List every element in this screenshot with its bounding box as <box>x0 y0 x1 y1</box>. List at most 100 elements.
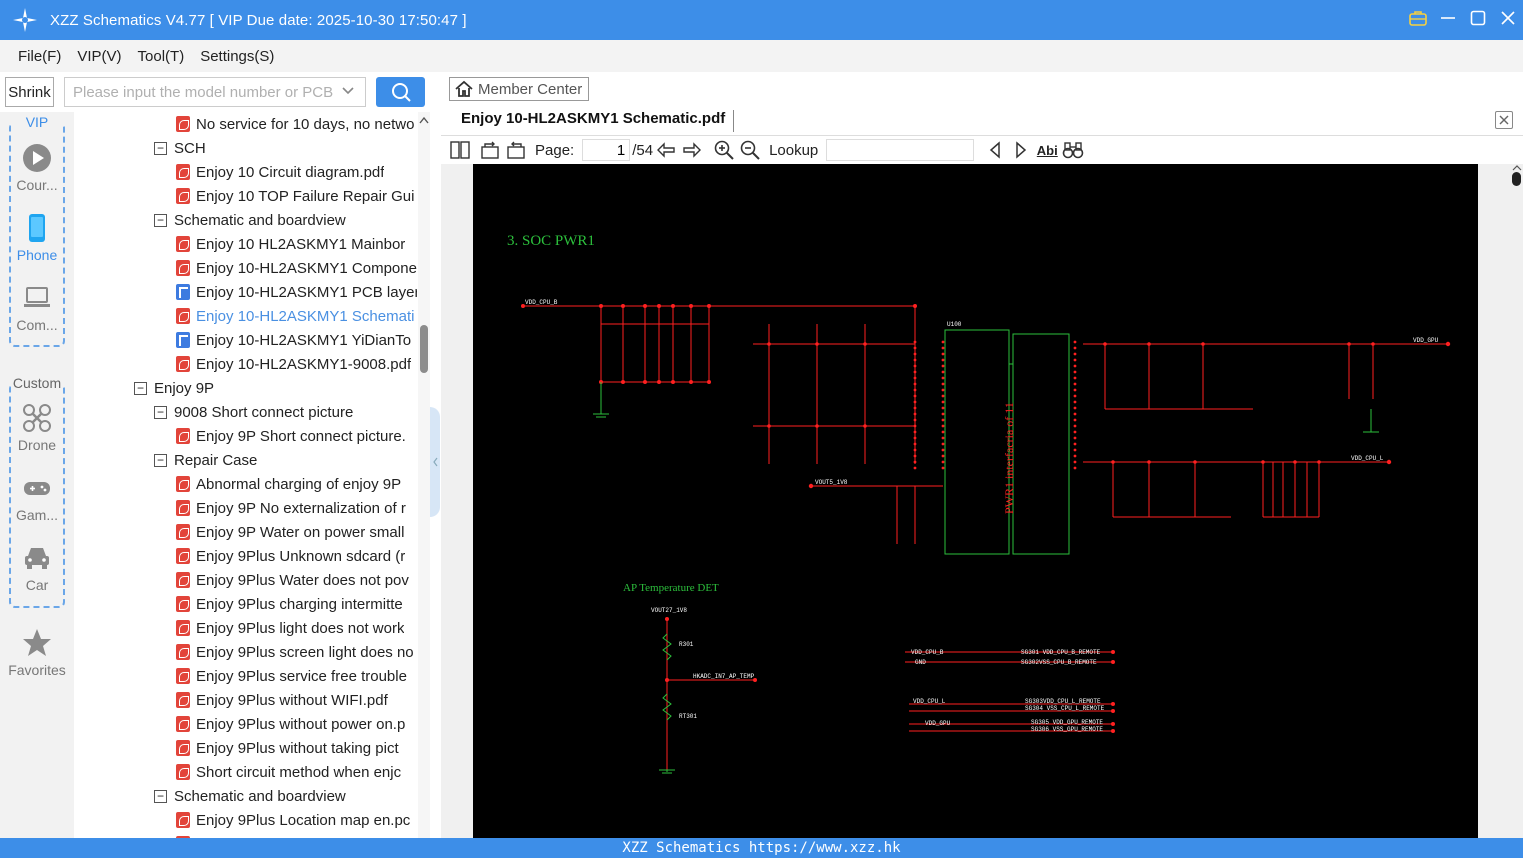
pdf-file-icon <box>176 428 190 444</box>
schematic-page[interactable]: 3. SOC PWR1 AP Temperature DET VDD_CPU_B… <box>473 164 1478 838</box>
tree-file[interactable]: Enjoy 9Plus service free trouble <box>176 664 407 688</box>
maximize-button[interactable] <box>1463 10 1493 30</box>
pdf-file-icon <box>176 764 190 780</box>
search-button[interactable] <box>376 77 425 107</box>
scroll-up-icon[interactable] <box>419 116 429 127</box>
document-tabs: Enjoy 10-HL2ASKMY1 Schematic.pdf <box>441 106 1523 136</box>
member-center-button[interactable]: Member Center <box>449 77 590 101</box>
page-number-input[interactable] <box>582 139 631 161</box>
tree-item-label: No service for 10 days, no netwo <box>196 115 415 133</box>
lookup-input[interactable] <box>826 139 975 161</box>
tree-file[interactable]: Enjoy 9Plus without taking pict <box>176 736 399 760</box>
previous-arrow-icon[interactable] <box>653 139 679 161</box>
tree-folder[interactable]: − Schematic and boardview <box>154 208 346 232</box>
tree-file[interactable]: Enjoy 9P Water on power small <box>176 520 404 544</box>
search-input[interactable] <box>73 83 333 101</box>
vip-bag-icon[interactable] <box>1403 10 1433 30</box>
tree-file[interactable]: Enjoy 9P Short connect picture. <box>176 424 406 448</box>
collapse-toggle-icon[interactable]: − <box>154 141 167 155</box>
pdf-file-icon <box>176 812 190 828</box>
tree-file[interactable]: Enjoy 9Plus screen light does no <box>176 640 414 664</box>
tree-file[interactable]: Enjoy 10-HL2ASKMY1 YiDianTo <box>176 328 411 352</box>
tree-file[interactable]: Abnormal charging of enjoy 9P <box>176 472 401 496</box>
tree-scrollbar[interactable] <box>418 112 430 838</box>
tree-file[interactable]: Enjoy 9Plus without power on.p <box>176 712 405 736</box>
tree-folder[interactable]: −9008 Short connect picture <box>154 400 353 424</box>
tree-item-label: Enjoy 9Plus without power on.p <box>196 715 406 733</box>
tree-folder[interactable]: − Repair Case <box>154 448 257 472</box>
tree-file[interactable]: Short circuit method when enjc <box>176 760 401 784</box>
menu-vip[interactable]: VIP(V) <box>77 48 121 65</box>
collapse-toggle-icon[interactable]: − <box>154 213 167 227</box>
chip-pin-dot <box>1073 406 1077 410</box>
tree-file[interactable]: Enjoy 9Plus charging intermitte <box>176 592 403 616</box>
tree-file[interactable]: Enjoy 10 HL2ASKMY1 Mainbor <box>176 232 405 256</box>
tree-file[interactable]: No service for 10 days, no netwo <box>176 112 414 136</box>
two-page-icon[interactable] <box>447 139 473 161</box>
close-button[interactable] <box>1493 10 1523 30</box>
tree-item-label: Enjoy 10-HL2ASKMY1 Compone <box>196 259 417 277</box>
collapse-handle[interactable] <box>430 407 440 517</box>
tree-item-label: SCH <box>174 139 206 157</box>
menu-tool[interactable]: Tool(T) <box>138 48 185 65</box>
sidebar-item-car[interactable]: Car <box>0 543 74 593</box>
tree-item-label: Schematic and boardview <box>174 787 346 805</box>
zoom-out-icon[interactable] <box>737 139 763 161</box>
next-arrow-icon[interactable] <box>679 139 705 161</box>
tree-folder[interactable]: − Enjoy 9P <box>134 376 214 400</box>
pdf-file-icon <box>176 260 190 276</box>
menu-settings[interactable]: Settings(S) <box>200 48 274 65</box>
tree-file[interactable]: Enjoy 9Plus Water does not pov <box>176 568 409 592</box>
find-previous-icon[interactable] <box>982 139 1008 161</box>
rotate-left-icon[interactable] <box>477 139 503 161</box>
sidebar-item-favorites[interactable]: Favorites <box>0 628 74 678</box>
sidebar-item-courses[interactable]: Cour... <box>0 143 74 193</box>
tree-file[interactable]: Enjoy 9Plus Location map en.pc <box>176 808 410 832</box>
match-case-button[interactable]: Abi <box>1034 139 1060 161</box>
binoculars-icon[interactable] <box>1060 139 1086 161</box>
tree-file[interactable]: Enjoy 10-HL2ASKMY1 Schemati <box>176 304 414 328</box>
tree-file[interactable]: Enjoy 10-HL2ASKMY1 Compone <box>176 256 417 280</box>
page-label: Page: <box>535 141 575 159</box>
viewer-scrollbar[interactable] <box>1511 164 1523 838</box>
viewer-scroll-thumb[interactable] <box>1512 172 1521 186</box>
collapse-toggle-icon[interactable]: − <box>134 381 147 395</box>
tree-file[interactable]: Enjoy 10 TOP Failure Repair Gui <box>176 184 414 208</box>
tree-file[interactable]: Enjoy 10-HL2ASKMY1 PCB layer <box>176 280 417 304</box>
sidebar-item-drone[interactable]: Drone <box>0 403 74 453</box>
model-search-box[interactable] <box>64 77 366 107</box>
tree-folder[interactable]: − Schematic and boardview <box>154 784 346 808</box>
tree-file[interactable]: Enjoy 9Plus without WIFI.pdf <box>176 688 388 712</box>
sidebar-item-computer[interactable]: Com... <box>0 283 74 333</box>
pdf-file-icon <box>176 356 190 372</box>
chevron-down-icon[interactable] <box>341 84 355 102</box>
collapse-toggle-icon[interactable]: − <box>154 789 167 803</box>
tree-file[interactable]: Enjoy 10-HL2ASKMY1-9008.pdf <box>176 352 411 376</box>
svg-text:R301: R301 <box>679 641 694 648</box>
tab-schematic[interactable]: Enjoy 10-HL2ASKMY1 Schematic.pdf <box>461 110 725 127</box>
sidebar-item-phone[interactable]: Phone <box>0 213 74 263</box>
shrink-button[interactable]: Shrink <box>5 77 54 107</box>
pdf-viewer[interactable]: 3. SOC PWR1 AP Temperature DET VDD_CPU_B… <box>441 164 1523 838</box>
rotate-right-icon[interactable] <box>503 139 529 161</box>
close-tab-icon[interactable] <box>1495 111 1513 129</box>
tree-file[interactable]: Enjoy 9P No externalization of r <box>176 496 406 520</box>
zoom-in-icon[interactable] <box>711 139 737 161</box>
page-total: /54 <box>632 141 654 159</box>
tree-file[interactable]: Enjoy 9Plus Unknown sdcard (r <box>176 544 405 568</box>
find-next-icon[interactable] <box>1008 139 1034 161</box>
tree-file[interactable]: Enjoy 9Plus light does not work <box>176 616 404 640</box>
custom-group-label: Custom <box>11 375 63 391</box>
sidebar-item-games[interactable]: Gam... <box>0 473 74 523</box>
collapse-toggle-icon[interactable]: − <box>154 453 167 467</box>
tree-file[interactable]: Enjoy 10 Circuit diagram.pdf <box>176 160 384 184</box>
tree-folder[interactable]: − SCH <box>154 136 206 160</box>
minimize-button[interactable] <box>1433 10 1463 30</box>
menu-file[interactable]: File(F) <box>18 48 61 65</box>
viewer-scroll-up-icon[interactable] <box>1511 164 1523 172</box>
subsection-title: AP Temperature DET <box>623 582 719 594</box>
tree-scroll-thumb[interactable] <box>420 325 428 373</box>
panel-splitter[interactable] <box>430 72 440 838</box>
menu-bar: File(F) VIP(V) Tool(T) Settings(S) <box>0 40 1523 72</box>
collapse-toggle-icon[interactable]: − <box>154 405 167 419</box>
